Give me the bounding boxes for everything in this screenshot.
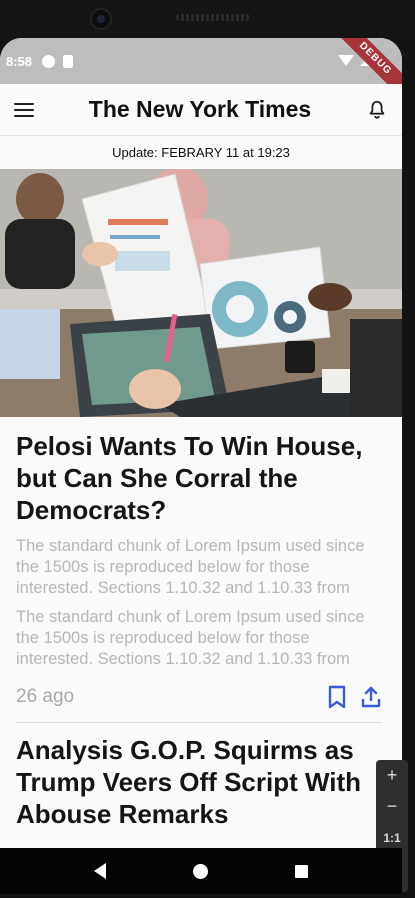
- article-headline[interactable]: Analysis G.O.P. Squirms as Trump Veers O…: [16, 734, 382, 830]
- recent-apps-icon[interactable]: [295, 864, 309, 878]
- status-bar: 8:58 DEBUG: [0, 38, 402, 105]
- article-actions: [326, 685, 382, 709]
- bell-icon[interactable]: [366, 99, 388, 121]
- article-summary: The standard chunk of Lorem Ipsum used s…: [16, 537, 365, 597]
- bookmark-icon[interactable]: [326, 685, 348, 709]
- zoom-in-button[interactable]: +: [376, 760, 408, 791]
- status-time: 8:58: [6, 53, 33, 69]
- zoom-out-button[interactable]: −: [376, 791, 408, 822]
- back-icon[interactable]: [93, 863, 106, 879]
- front-camera: [90, 8, 112, 30]
- menu-icon[interactable]: [14, 102, 34, 117]
- share-icon[interactable]: [360, 685, 382, 709]
- article-summary: The standard chunk of Lorem Ipsum used s…: [16, 608, 365, 668]
- app-screen: 8:58 DEBUG The New York Times Update: FE…: [0, 38, 402, 848]
- article-age: 26 ago: [16, 686, 75, 707]
- device-top-bezel: [0, 0, 415, 40]
- wifi-icon: [338, 54, 354, 66]
- hero-photo-illustration: [0, 169, 402, 417]
- article-hero-image[interactable]: [0, 169, 402, 417]
- article-headline[interactable]: Pelosi Wants To Win House, but Can She C…: [16, 430, 382, 526]
- article-meta-row: 26 ago: [16, 682, 382, 712]
- app-bar: The New York Times: [0, 84, 402, 136]
- sd-card-icon: [63, 54, 74, 68]
- earpiece-speaker: [176, 14, 250, 21]
- status-notification-icons: [42, 54, 74, 68]
- article-card[interactable]: Pelosi Wants To Win House, but Can She C…: [16, 430, 382, 670]
- sync-icon: [42, 54, 56, 68]
- app-title: The New York Times: [88, 96, 312, 122]
- article-divider: [16, 722, 382, 723]
- update-timestamp: Update: FEBRARY 11 at 19:23: [112, 145, 290, 160]
- device-frame: 8:58 DEBUG The New York Times Update: FE…: [0, 0, 415, 898]
- home-icon[interactable]: [192, 863, 208, 879]
- navigation-bar: [0, 848, 402, 894]
